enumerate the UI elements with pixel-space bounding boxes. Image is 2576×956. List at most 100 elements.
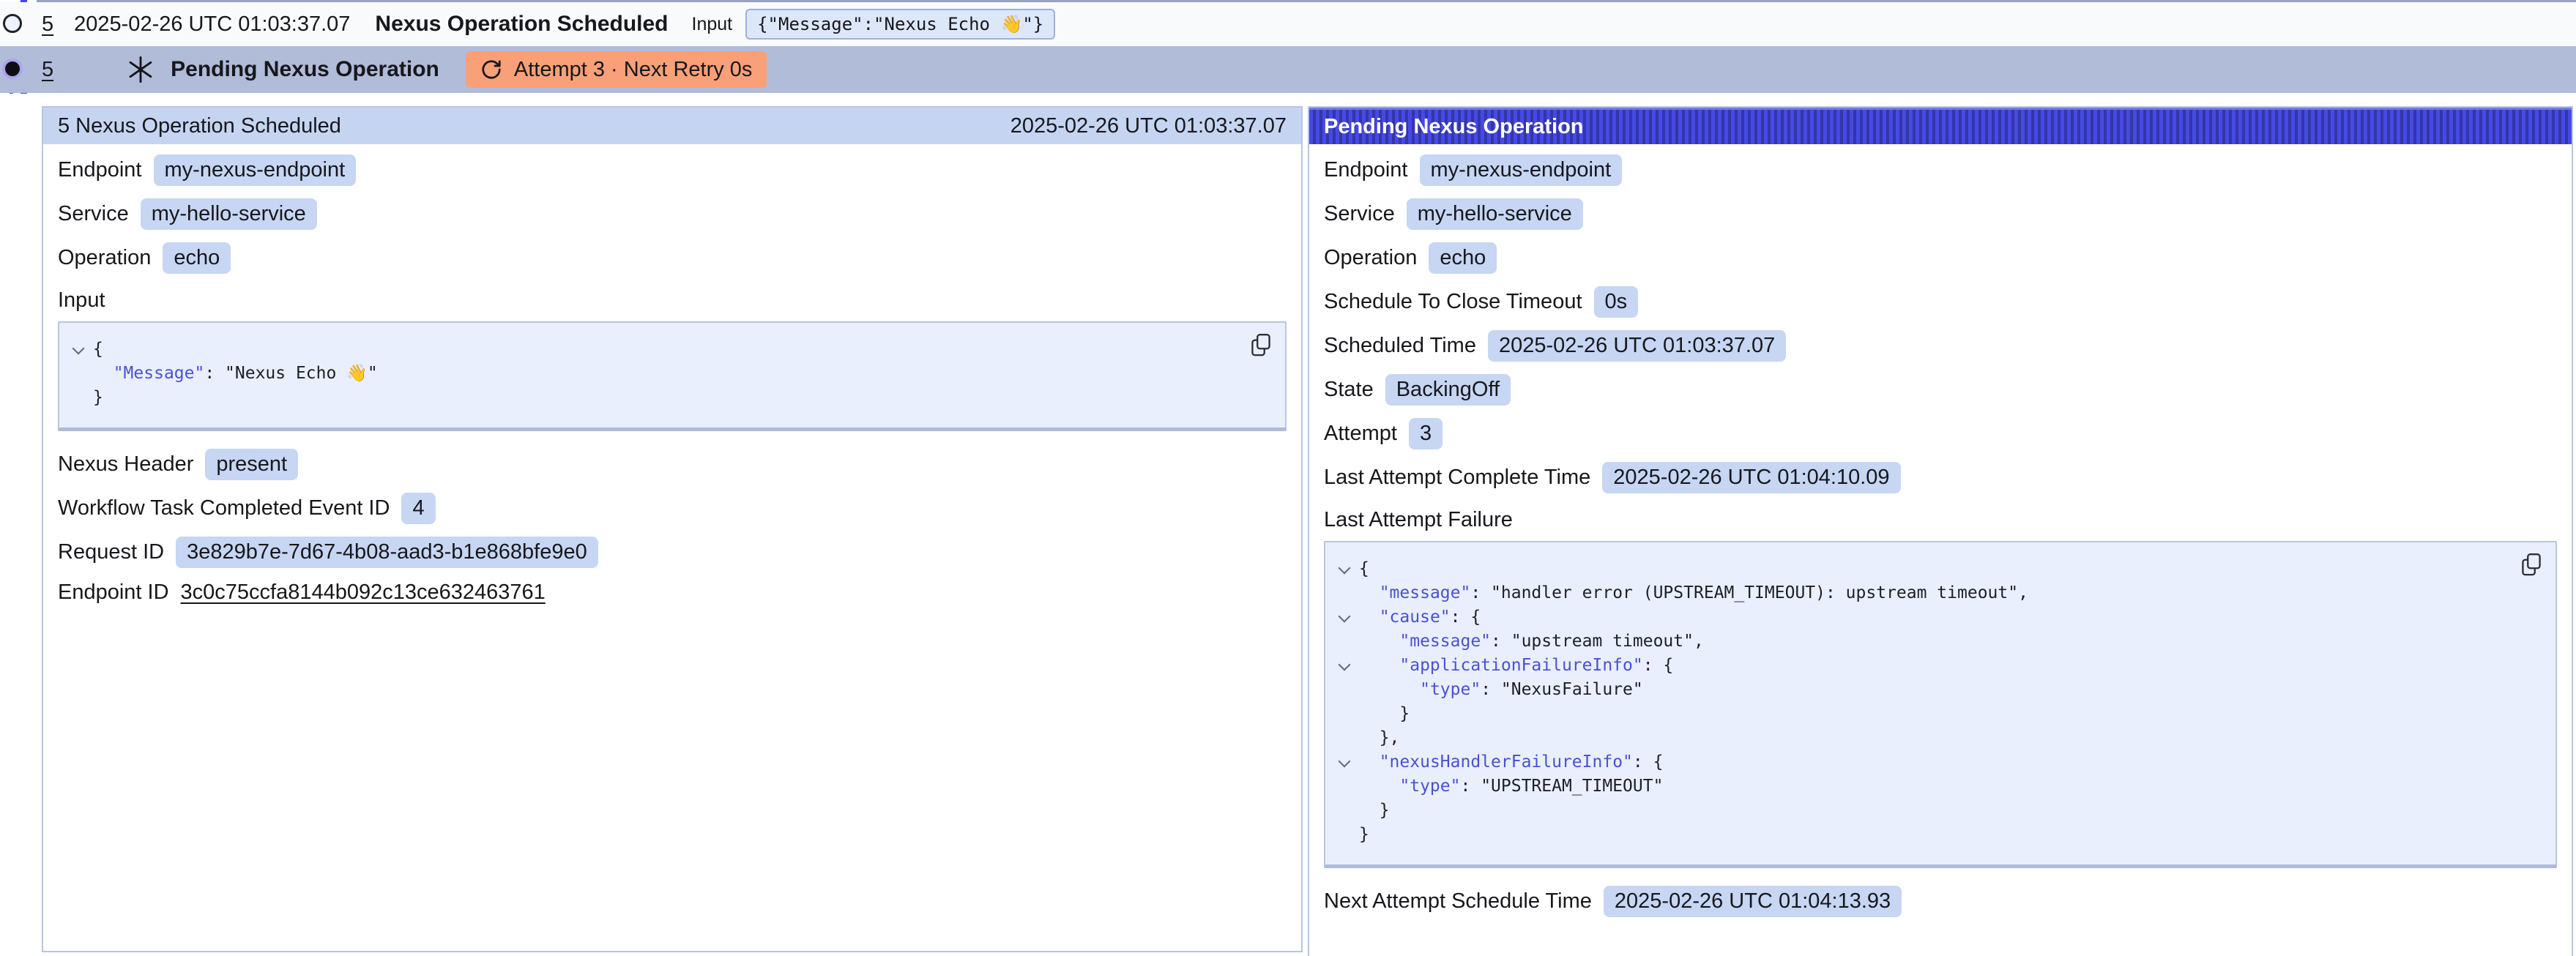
workflow-event-history-screen: 5 2025-02-26 UTC 01:03:37.07 Nexus Opera…: [0, 0, 2576, 956]
history-row-nexus-operation-scheduled[interactable]: 5 2025-02-26 UTC 01:03:37.07 Nexus Opera…: [0, 2, 2576, 46]
timeline-node-current-icon: [2, 59, 23, 79]
code-line: {: [1331, 557, 2538, 581]
code-gutter: [1331, 774, 1359, 799]
field-value-badge: my-hello-service: [141, 198, 317, 230]
code-gutter: [65, 386, 93, 410]
field-value-badge: 4: [401, 493, 435, 524]
field-label: Service: [1324, 202, 1395, 226]
field-label: Request ID: [58, 540, 164, 564]
field-value-link[interactable]: 3c0c75ccfa8144b092c13ce632463761: [181, 580, 546, 605]
retry-status-badge: Attempt 3 · Next Retry 0s: [466, 51, 767, 88]
field-value-badge: 0s: [1594, 286, 1639, 318]
field-label: Scheduled Time: [1324, 334, 1476, 358]
code-gutter: [65, 362, 93, 386]
code-line: }: [1331, 799, 2538, 823]
code-line: "type": "UPSTREAM_TIMEOUT": [1331, 774, 2538, 799]
detail-field-row: Endpoint my-nexus-endpoint: [1324, 154, 2557, 186]
detail-field-row: Endpointmy-nexus-endpoint: [58, 154, 1287, 186]
code-line: "message": "upstream timeout",: [1331, 630, 2538, 654]
field-label: Workflow Task Completed Event ID: [58, 496, 390, 520]
event-detail-panels: 5 Nexus Operation Scheduled 2025-02-26 U…: [42, 106, 2573, 956]
collapse-chevron-icon[interactable]: [1331, 750, 1359, 774]
collapse-chevron-icon[interactable]: [1331, 605, 1359, 630]
detail-field-row: Nexus Header present: [58, 449, 1287, 480]
code-gutter: [1331, 702, 1359, 726]
code-line: },: [1331, 726, 2538, 750]
field-value-badge: present: [205, 449, 298, 480]
event-name: Pending Nexus Operation: [171, 57, 439, 82]
code-line: "cause": {: [1331, 605, 2538, 630]
detail-field-row: Request ID 3e829b7e-7d67-4b08-aad3-b1e868…: [58, 537, 1287, 568]
field-value-badge: 2025-02-26 UTC 01:03:37.07: [1488, 330, 1786, 362]
failure-group-label: Last Attempt Failure: [1324, 508, 2557, 532]
pending-panel-body: Endpoint my-nexus-endpoint Service my-hello…: [1309, 154, 2572, 944]
detail-field-row: Operation echo: [1324, 242, 2557, 274]
event-name: Nexus Operation Scheduled: [375, 12, 668, 37]
input-json-lines: { "Message": "Nexus Echo 👋"}: [65, 337, 1267, 410]
code-line: "nexusHandlerFailureInfo": {: [1331, 750, 2538, 774]
pending-panel-title: Pending Nexus Operation: [1324, 115, 1584, 139]
code-gutter: [1331, 823, 1359, 847]
timeline-node-open-icon: [3, 14, 22, 33]
scheduled-panel-header: 5 Nexus Operation Scheduled 2025-02-26 U…: [43, 108, 1301, 144]
detail-field-row: Service my-hello-service: [58, 198, 1287, 230]
field-value-badge: 3: [1409, 418, 1443, 449]
panel-nexus-operation-scheduled: 5 Nexus Operation Scheduled 2025-02-26 U…: [42, 106, 1303, 952]
pending-panel-header: Pending Nexus Operation: [1309, 108, 2572, 144]
scheduled-panel-title: 5 Nexus Operation Scheduled: [58, 114, 341, 138]
field-label: Endpoint: [1324, 158, 1408, 182]
field-value-badge: my-nexus-endpoint: [1420, 154, 1623, 186]
field-value-badge: 2025-02-26 UTC 01:04:13.93: [1604, 886, 1902, 917]
field-label: Operation: [1324, 246, 1417, 270]
copy-icon: [2520, 553, 2542, 577]
event-timestamp: 2025-02-26 UTC 01:03:37.07: [74, 12, 350, 37]
input-group-label: Input: [58, 288, 1287, 313]
code-line: }: [1331, 702, 2538, 726]
detail-field-row: Service my-hello-service: [1324, 198, 2557, 230]
detail-field-row: Endpoint ID 3c0c75ccfa8144b092c13ce632463…: [58, 580, 1287, 605]
field-label: Service: [58, 202, 129, 226]
field-label: Last Attempt Complete Time: [1324, 466, 1590, 490]
code-gutter: [1331, 726, 1359, 750]
collapse-chevron-icon[interactable]: [1331, 557, 1359, 581]
code-line: }: [1331, 823, 2538, 847]
copy-button[interactable]: [1250, 333, 1272, 359]
copy-icon: [1250, 333, 1272, 357]
detail-field-row: Next Attempt Schedule Time 2025-02-26 UTC…: [1324, 886, 2557, 917]
retry-icon: [480, 59, 502, 81]
code-gutter: [1331, 630, 1359, 654]
code-gutter: [1331, 799, 1359, 823]
history-row-pending-nexus-operation[interactable]: 5 Pending Nexus Operation Attempt 3 · Ne…: [0, 46, 2576, 93]
field-label: State: [1324, 378, 1374, 402]
copy-button[interactable]: [2520, 553, 2542, 579]
field-label: Schedule To Close Timeout: [1324, 290, 1582, 314]
collapse-chevron-icon[interactable]: [1331, 654, 1359, 678]
code-line: "type": "NexusFailure": [1331, 678, 2538, 702]
detail-field-row: Scheduled Time 2025-02-26 UTC 01:03:37.07: [1324, 330, 2557, 362]
detail-field-row: Workflow Task Completed Event ID 4: [58, 493, 1287, 524]
event-id-link[interactable]: 5: [42, 12, 53, 37]
input-json-viewer: { "Message": "Nexus Echo 👋"}: [58, 321, 1287, 431]
field-label: Nexus Header: [58, 452, 193, 477]
field-label: Endpoint: [58, 158, 142, 182]
pending-asterisk-icon: [127, 56, 155, 83]
field-value-badge: echo: [163, 242, 231, 274]
detail-field-row: Last Attempt Complete Time2025-02-26 UTC…: [1324, 462, 2557, 493]
code-line: "Message": "Nexus Echo 👋": [65, 362, 1267, 386]
code-line: }: [65, 386, 1267, 410]
panel-pending-nexus-operation: Pending Nexus Operation Endpoint my-nexus…: [1308, 106, 2573, 956]
event-id-link[interactable]: 5: [42, 58, 53, 82]
field-label: Endpoint ID: [58, 580, 169, 605]
detail-field-row: StateBackingOff: [1324, 374, 2557, 406]
scheduled-fields-bottom: Nexus Header present Workflow Task Complet…: [58, 449, 1287, 605]
detail-field-row: Schedule To Close Timeout 0s: [1324, 286, 2557, 318]
field-value-badge: echo: [1429, 242, 1497, 274]
scheduled-fields-top: Endpointmy-nexus-endpoint Service my-hello…: [58, 154, 1287, 274]
field-value-badge: 3e829b7e-7d67-4b08-aad3-b1e868bfe9e0: [176, 537, 598, 568]
field-value-badge: my-hello-service: [1407, 198, 1583, 230]
retry-badge-label: Attempt 3 · Next Retry 0s: [514, 58, 753, 82]
field-label: Next Attempt Schedule Time: [1324, 889, 1592, 914]
code-line: "message": "handler error (UPSTREAM_TIME…: [1331, 581, 2538, 605]
failure-json-viewer: { "message": "handler error (UPSTREAM_TI…: [1324, 541, 2557, 868]
collapse-chevron-icon[interactable]: [65, 337, 93, 362]
